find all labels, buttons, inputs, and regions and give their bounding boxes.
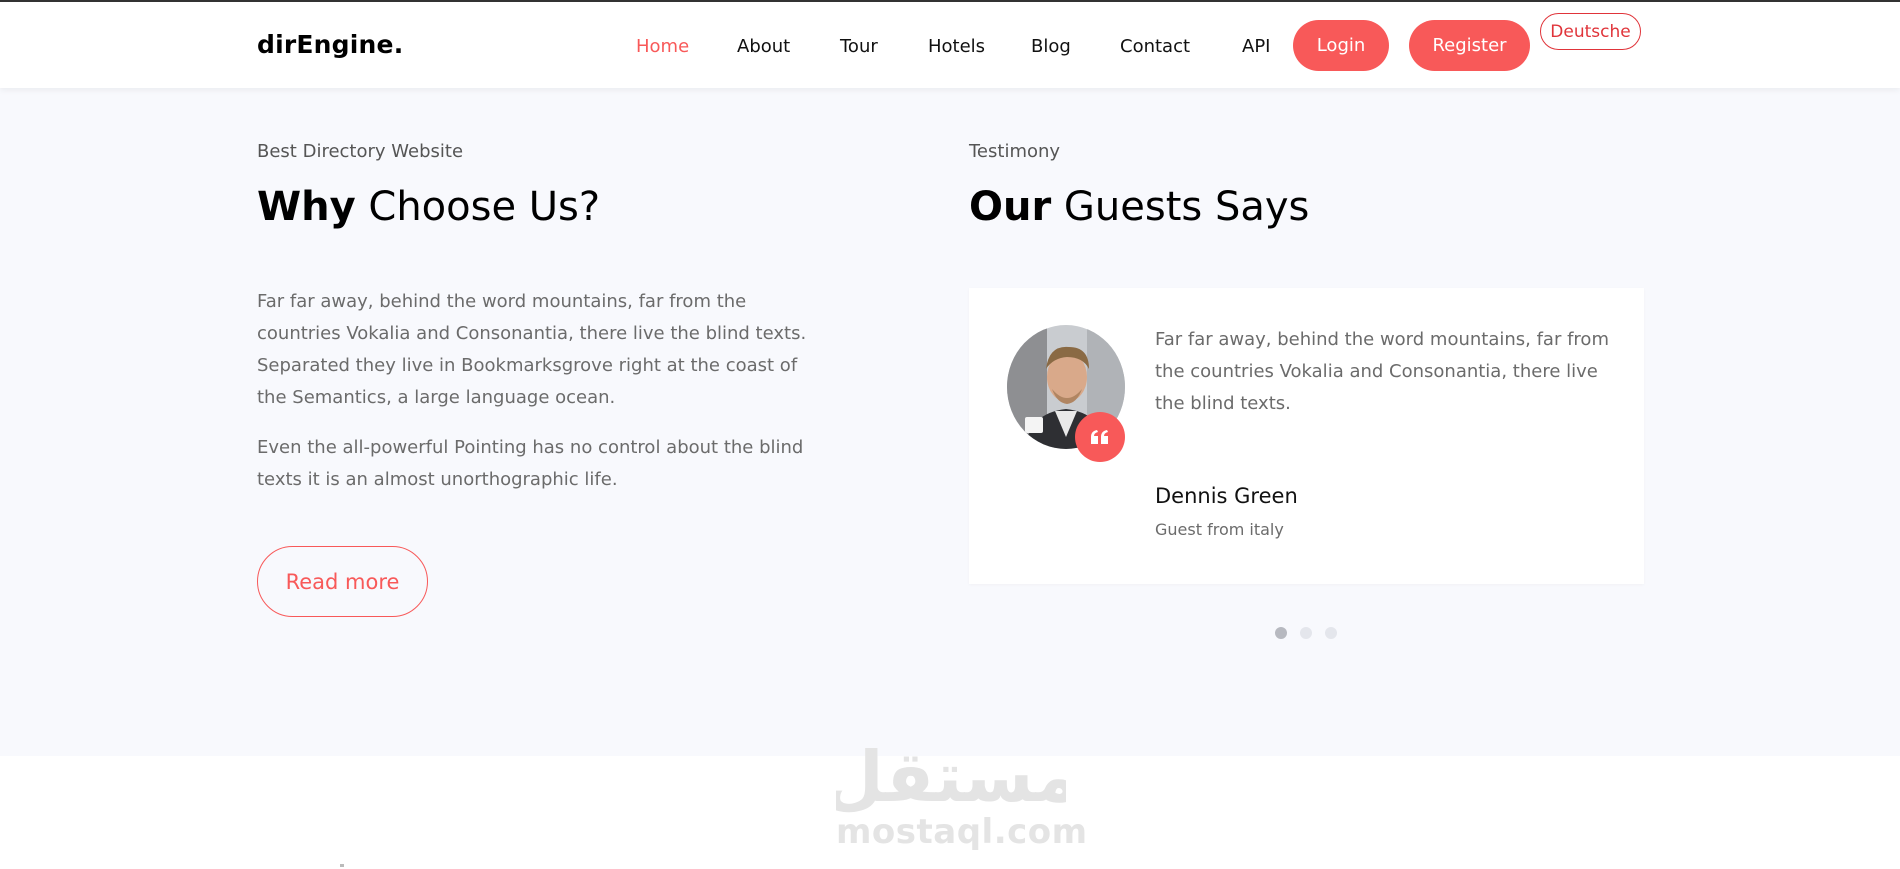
why-paragraph-1: Far far away, behind the word mountains,… xyxy=(257,291,807,408)
quote-badge xyxy=(1075,412,1125,462)
nav-contact[interactable]: Contact xyxy=(1120,36,1190,57)
language-button[interactable]: Deutsche xyxy=(1540,13,1641,50)
testimonial-quote: Far far away, behind the word mountains,… xyxy=(1155,329,1609,414)
why-paragraph-2: Even the all-powerful Pointing has no co… xyxy=(257,437,804,490)
why-heading-rest: Choose Us? xyxy=(355,184,601,230)
testimony-subtitle: Testimony xyxy=(969,141,1061,162)
testimony-heading-bold: Our xyxy=(969,184,1052,230)
carousel-dot-2[interactable] xyxy=(1300,627,1312,639)
nav-blog[interactable]: Blog xyxy=(1031,36,1071,57)
nav-hotels[interactable]: Hotels xyxy=(928,36,985,57)
login-button[interactable]: Login xyxy=(1293,20,1389,71)
testimonial-name: Dennis Green xyxy=(1155,484,1298,508)
why-subtitle: Best Directory Website xyxy=(257,141,464,162)
nav-api[interactable]: API xyxy=(1242,36,1270,57)
carousel-dot-3[interactable] xyxy=(1325,627,1337,639)
quote-icon xyxy=(1091,430,1108,444)
why-heading-bold: Why xyxy=(257,184,356,230)
carousel-dot-1[interactable] xyxy=(1275,627,1287,639)
nav-home[interactable]: Home xyxy=(636,36,689,57)
register-button[interactable]: Register xyxy=(1409,20,1530,71)
brand-logo[interactable]: dirEngine. xyxy=(257,30,403,59)
watermark-text: mostaql.com xyxy=(836,812,1088,852)
why-heading: Why Choose Us? xyxy=(257,184,600,230)
testimony-heading: Our Guests Says xyxy=(969,184,1309,230)
testimonial-role: Guest from italy xyxy=(1155,520,1284,539)
nav-tour[interactable]: Tour xyxy=(840,36,878,57)
testimonial-card: Far far away, behind the word mountains,… xyxy=(969,288,1644,584)
decorative-mark xyxy=(340,864,344,867)
nav-about[interactable]: About xyxy=(737,36,790,57)
watermark-arabic: مستقل xyxy=(836,736,1066,815)
testimony-heading-rest: Guests Says xyxy=(1051,184,1310,230)
read-more-button[interactable]: Read more xyxy=(257,546,428,617)
navbar: dirEngine. Home About Tour Hotels Blog C… xyxy=(0,2,1900,88)
watermark-logo: مستقل xyxy=(836,736,1066,815)
